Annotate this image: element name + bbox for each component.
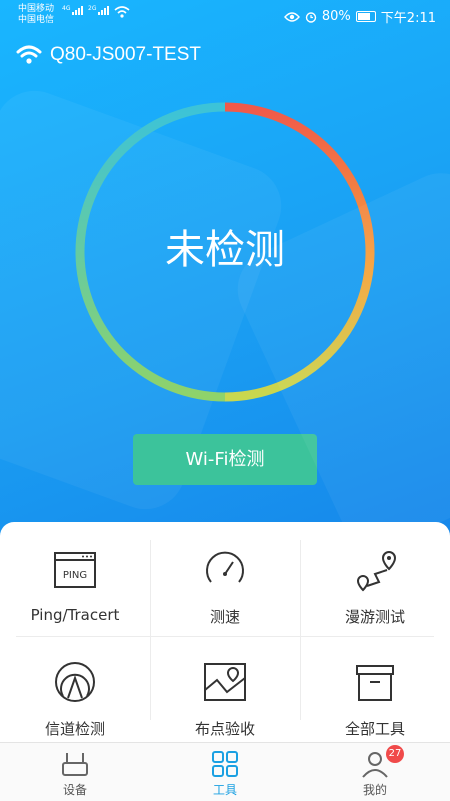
network-type-2: 2G — [88, 5, 97, 12]
signal-icon-2: 2G — [88, 5, 110, 15]
ping-icon: PING — [54, 552, 96, 588]
top-section: 中国移动 中国电信 4G 2G 80% 下午2:11 Q80-JS007-TES… — [0, 0, 450, 540]
nav-tools[interactable]: 工具 — [150, 743, 300, 801]
tool-ping-tracert[interactable]: PING Ping/Tracert — [0, 526, 150, 626]
alarm-icon — [305, 11, 317, 23]
bottom-nav: 设备 工具 27 我的 — [0, 742, 450, 801]
tool-label: 全部工具 — [344, 720, 405, 738]
battery-icon — [355, 11, 376, 22]
grid-icon — [212, 751, 238, 777]
carrier-1: 中国移动 — [18, 4, 55, 14]
nav-label: 我的 — [362, 783, 387, 797]
divider — [16, 636, 434, 637]
tool-roaming-test[interactable]: 漫游测试 — [300, 526, 450, 626]
nav-label: 设备 — [62, 783, 87, 797]
eye-icon — [283, 11, 300, 22]
network-type-1: 4G — [62, 5, 71, 12]
tool-label: 漫游测试 — [344, 608, 405, 626]
map-pin-icon — [204, 663, 246, 701]
notification-badge: 27 — [386, 745, 404, 763]
wifi-status-icon — [114, 6, 130, 18]
tool-channel-check[interactable]: 信道检测 — [0, 638, 150, 738]
clock: 下午2:11 — [380, 11, 436, 26]
tool-label: Ping/Tracert — [30, 606, 120, 624]
toolbox-icon — [356, 665, 394, 701]
roaming-route-icon — [356, 550, 397, 592]
status-bar: 中国移动 中国电信 4G 2G 80% 下午2:11 — [0, 0, 450, 30]
signal-icon-1: 4G — [62, 5, 84, 15]
tool-label: 测速 — [209, 608, 240, 626]
tool-point-acceptance[interactable]: 布点验收 — [150, 638, 300, 738]
router-icon — [62, 753, 88, 776]
current-wifi[interactable]: Q80-JS007-TEST — [16, 44, 201, 66]
tool-label: 布点验收 — [194, 720, 255, 738]
wifi-ssid: Q80-JS007-TEST — [50, 44, 201, 65]
ping-icon-text: PING — [63, 570, 87, 581]
tools-panel: PING Ping/Tracert 测速 漫游测试 信道检测 布点验收 全部工具 — [0, 522, 450, 742]
nav-devices[interactable]: 设备 — [0, 743, 150, 801]
tool-label: 信道检测 — [44, 720, 105, 738]
carrier-info: 中国移动 中国电信 — [18, 4, 54, 26]
battery-percent: 80% — [321, 9, 351, 24]
nav-label: 工具 — [212, 783, 237, 797]
detection-status: 未检测 — [165, 227, 285, 273]
carrier-2: 中国电信 — [18, 15, 55, 25]
wifi-icon — [16, 45, 42, 64]
status-right: 80% 下午2:11 — [283, 7, 436, 26]
tool-speed-test[interactable]: 测速 — [150, 526, 300, 626]
speedometer-icon — [206, 551, 244, 583]
channel-signal-icon — [55, 662, 95, 702]
wifi-check-button[interactable]: Wi-Fi检测 — [133, 434, 317, 485]
nav-mine[interactable]: 27 我的 — [300, 743, 450, 801]
tool-all-tools[interactable]: 全部工具 — [300, 638, 450, 738]
